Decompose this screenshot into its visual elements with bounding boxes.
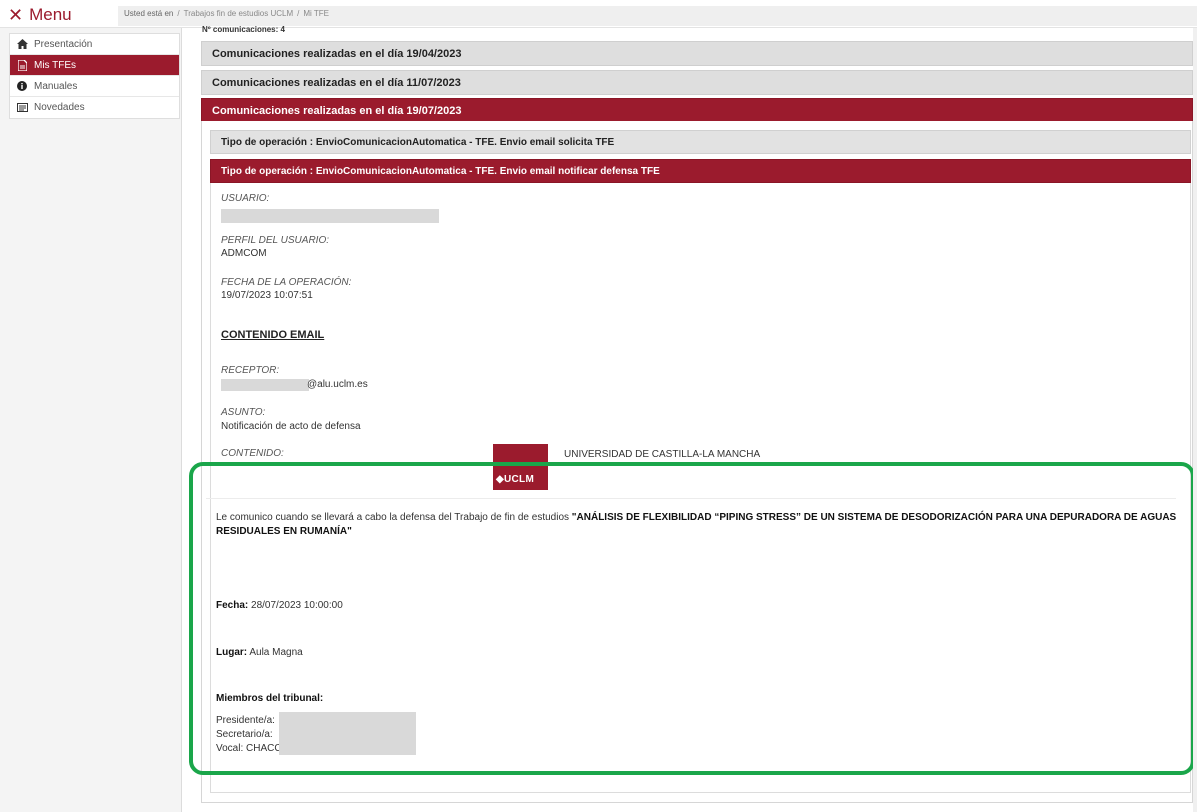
letter-lugar: Lugar: Aula Magna	[216, 647, 303, 658]
menu-label: Menu	[29, 5, 72, 24]
sidebar-item-manuales[interactable]: Manuales	[10, 76, 179, 97]
close-icon: ✕	[8, 5, 24, 25]
sidebar-item-label: Manuales	[34, 80, 78, 92]
sidebar-item-label: Novedades	[34, 102, 85, 113]
home-icon	[16, 39, 28, 49]
sidebar-item-label: Mis TFEs	[34, 59, 77, 71]
letter-fecha-label: Fecha:	[216, 600, 249, 611]
letter-miembros: Miembros del tribunal:	[216, 693, 323, 704]
letter-presidente: Presidente/a:	[216, 715, 275, 726]
university-name: UNIVERSIDAD DE CASTILLA-LA MANCHA	[564, 449, 761, 460]
letter-intro: Le comunico cuando se llevará a cabo la …	[216, 511, 1186, 539]
letter-fecha: Fecha: 28/07/2023 10:00:00	[216, 600, 343, 611]
breadcrumb-prefix: Usted está en	[124, 9, 174, 18]
breadcrumb-separator: /	[177, 9, 180, 18]
uclm-logo: ◆UCLM	[493, 444, 548, 490]
letter-lugar-label: Lugar:	[216, 647, 248, 658]
sidebar: Presentación Mis TFEs Manuales Novedades	[0, 28, 182, 812]
sidebar-menu: Presentación Mis TFEs Manuales Novedades	[9, 33, 180, 119]
sidebar-item-novedades[interactable]: Novedades	[10, 97, 179, 118]
letter-vocal: Vocal: CHACC	[216, 743, 282, 754]
redacted-tribunal	[279, 712, 416, 755]
email-letter: ◆UCLM UNIVERSIDAD DE CASTILLA-LA MANCHA …	[196, 0, 1197, 812]
letter-secretario: Secretario/a:	[216, 729, 273, 740]
news-icon	[16, 103, 28, 113]
sidebar-item-label: Presentación	[34, 38, 93, 50]
menu-toggle-button[interactable]: ✕ Menu	[8, 4, 72, 26]
letter-lugar-value: Aula Magna	[249, 647, 303, 658]
letter-intro-text: Le comunico cuando se llevará a cabo la …	[216, 512, 570, 523]
sidebar-item-presentacion[interactable]: Presentación	[10, 34, 179, 55]
letter-fecha-value: 28/07/2023 10:00:00	[251, 600, 343, 611]
letter-miembros-label: Miembros del tribunal:	[216, 693, 324, 704]
page-scrollbar[interactable]	[1193, 28, 1197, 812]
document-icon	[16, 59, 28, 71]
sidebar-item-mis-tfes[interactable]: Mis TFEs	[10, 55, 179, 76]
letter-divider	[206, 498, 1176, 499]
info-icon	[16, 81, 28, 91]
